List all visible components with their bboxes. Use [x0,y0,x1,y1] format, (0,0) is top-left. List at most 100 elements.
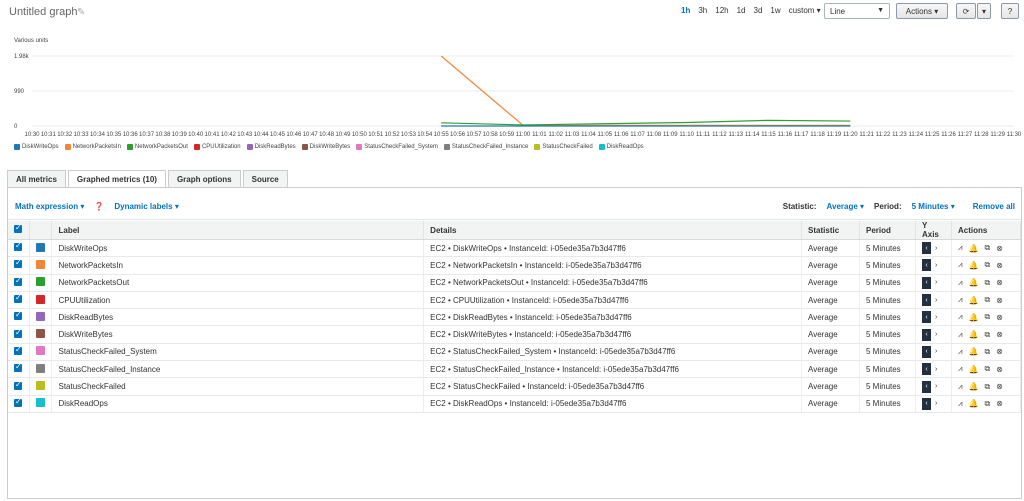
row-period[interactable]: 5 Minutes [859,308,916,327]
row-color-swatch[interactable] [29,360,53,379]
row-statistic[interactable]: Average [801,325,860,344]
row-color-swatch[interactable] [29,291,53,310]
refresh-icon[interactable]: ⟳ [956,3,976,19]
copy-icon[interactable]: ⧉ [984,382,990,392]
graph-icon[interactable]: ⩘ [958,260,963,270]
y-axis-right-button[interactable]: › [935,297,937,304]
y-axis-left-button[interactable]: ‹ [921,380,931,393]
bell-icon[interactable]: 🔔 [968,382,978,391]
remove-icon[interactable]: ⊗ [996,261,1003,270]
row-statistic[interactable]: Average [801,360,860,379]
time-range-4[interactable]: 3d [754,6,763,15]
bell-icon[interactable]: 🔔 [968,330,978,339]
legend-item[interactable]: DiskWriteOps [14,144,59,150]
y-axis-right-button[interactable]: › [935,400,937,407]
graph-icon[interactable]: ⩘ [958,243,963,253]
copy-icon[interactable]: ⧉ [984,364,990,374]
time-range-6[interactable]: custom ▾ [789,6,821,15]
legend-item[interactable]: StatusCheckFailed [534,144,593,150]
chart-type-select[interactable]: Line ▼ [824,3,890,19]
legend-item[interactable]: DiskWriteBytes [301,144,350,150]
y-axis-left-button[interactable]: ‹ [921,328,931,341]
legend-item[interactable]: CPUUtilization [193,144,241,150]
graph-icon[interactable]: ⩘ [958,364,963,374]
y-axis-right-button[interactable]: › [935,331,937,338]
row-color-swatch[interactable] [29,274,53,292]
bell-icon[interactable]: 🔔 [968,399,978,408]
y-axis-left-button[interactable]: ‹ [921,276,931,289]
bell-icon[interactable]: 🔔 [968,296,978,305]
graph-icon[interactable]: ⩘ [958,347,963,357]
row-period[interactable]: 5 Minutes [859,256,916,275]
copy-icon[interactable]: ⧉ [984,347,990,357]
row-color-swatch[interactable] [29,377,53,396]
row-checkbox[interactable] [8,377,31,396]
row-checkbox[interactable] [8,291,31,310]
remove-icon[interactable]: ⊗ [996,296,1003,305]
edit-title-icon[interactable]: ✎ [77,7,85,18]
row-checkbox[interactable] [8,360,31,379]
time-range-0[interactable]: 1h [681,6,690,15]
dynamic-labels-dropdown[interactable]: Dynamic labels ▾ [114,202,179,211]
row-color-swatch[interactable] [29,325,53,344]
bell-icon[interactable]: 🔔 [968,365,978,374]
actions-button[interactable]: Actions ▾ [896,3,948,19]
row-period[interactable]: 5 Minutes [859,395,916,413]
row-label[interactable]: DiskWriteOps [51,239,425,258]
bell-icon[interactable]: 🔔 [968,244,978,253]
tab-all-metrics[interactable]: All metrics [7,170,66,187]
row-statistic[interactable]: Average [801,308,860,327]
statistic-dropdown[interactable]: Average ▾ [827,202,865,211]
y-axis-right-button[interactable]: › [935,279,937,286]
tab-graph-options[interactable]: Graph options [167,170,241,187]
legend-item[interactable]: NetworkPacketsOut [126,144,188,150]
row-statistic[interactable]: Average [801,343,860,362]
math-expression-dropdown[interactable]: Math expression ▾ [15,202,84,211]
legend-item[interactable]: DiskReadBytes [246,144,296,150]
copy-icon[interactable]: ⧉ [984,260,990,270]
row-period[interactable]: 5 Minutes [859,325,916,344]
row-statistic[interactable]: Average [801,395,860,413]
row-label[interactable]: CPUUtilization [51,291,425,310]
row-checkbox[interactable] [8,308,31,327]
remove-icon[interactable]: ⊗ [996,399,1003,408]
legend-item[interactable]: NetworkPacketsIn [64,144,121,150]
row-period[interactable]: 5 Minutes [859,274,916,292]
copy-icon[interactable]: ⧉ [984,243,990,253]
legend-item[interactable]: DiskReadOps [598,144,644,150]
copy-icon[interactable]: ⧉ [984,312,990,322]
row-color-swatch[interactable] [29,308,53,327]
y-axis-right-button[interactable]: › [935,383,937,390]
graph-icon[interactable]: ⩘ [958,399,963,409]
select-all-checkbox[interactable] [8,221,31,240]
row-label[interactable]: NetworkPacketsIn [51,256,425,275]
row-color-swatch[interactable] [29,239,53,258]
remove-icon[interactable]: ⊗ [996,313,1003,322]
legend-item[interactable]: StatusCheckFailed_System [356,144,438,150]
remove-icon[interactable]: ⊗ [996,382,1003,391]
row-color-swatch[interactable] [29,343,53,362]
row-statistic[interactable]: Average [801,291,860,310]
copy-icon[interactable]: ⧉ [984,295,990,305]
time-range-2[interactable]: 12h [715,6,728,15]
row-statistic[interactable]: Average [801,377,860,396]
row-label[interactable]: StatusCheckFailed [51,377,425,396]
row-checkbox[interactable] [8,239,31,258]
graph-icon[interactable]: ⩘ [958,330,963,340]
row-checkbox[interactable] [8,274,31,292]
row-period[interactable]: 5 Minutes [859,291,916,310]
remove-icon[interactable]: ⊗ [996,365,1003,374]
y-axis-left-button[interactable]: ‹ [921,294,931,307]
row-label[interactable]: DiskReadOps [51,395,425,413]
bell-icon[interactable]: 🔔 [968,313,978,322]
help-icon[interactable]: ❓ [94,202,104,211]
time-range-1[interactable]: 3h [698,6,707,15]
remove-icon[interactable]: ⊗ [996,278,1003,287]
row-statistic[interactable]: Average [801,274,860,292]
tab-source[interactable]: Source [242,170,288,187]
remove-icon[interactable]: ⊗ [996,244,1003,253]
row-label[interactable]: StatusCheckFailed_System [51,343,425,362]
graph-icon[interactable]: ⩘ [958,278,963,288]
y-axis-left-button[interactable]: ‹ [921,259,931,272]
row-color-swatch[interactable] [29,395,53,413]
